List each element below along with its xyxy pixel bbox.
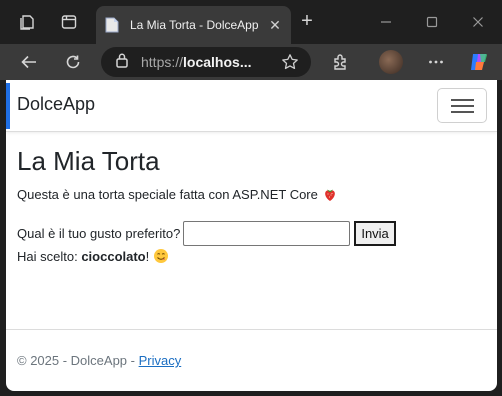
profile-avatar[interactable] <box>379 50 403 74</box>
submit-button[interactable]: Invia <box>354 220 396 246</box>
workspaces-icon[interactable] <box>15 10 39 34</box>
result-line: Hai scelto: cioccolato! <box>17 248 169 267</box>
browser-toolbar: https://localhos... <box>0 44 502 80</box>
tab-title: La Mia Torta - DolceApp <box>130 18 259 32</box>
back-icon[interactable] <box>17 50 41 74</box>
footer-text: © 2025 - DolceApp - Privacy <box>17 353 181 368</box>
intro-paragraph: Questa è una torta speciale fatta con AS… <box>17 186 338 205</box>
minimize-icon[interactable] <box>374 10 398 34</box>
lock-icon[interactable] <box>115 52 129 73</box>
result-value: cioccolato <box>81 248 146 264</box>
extensions-icon[interactable] <box>329 50 353 74</box>
favorite-star-icon[interactable] <box>281 53 299 76</box>
page-viewport: DolceApp La Mia Torta Questa è una torta… <box>6 80 497 391</box>
close-window-icon[interactable] <box>466 10 490 34</box>
flavor-input[interactable] <box>183 220 351 246</box>
tab-close-icon[interactable]: ✕ <box>267 17 283 34</box>
maximize-icon[interactable] <box>420 10 444 34</box>
hamburger-icon <box>451 99 474 101</box>
privacy-link[interactable]: Privacy <box>139 353 182 368</box>
yum-face-icon <box>153 248 169 267</box>
address-bar[interactable]: https://localhos... <box>101 47 311 77</box>
refresh-icon[interactable] <box>61 50 85 74</box>
focus-indicator <box>6 83 10 129</box>
tab-actions-icon[interactable] <box>57 10 81 34</box>
page-favicon-icon <box>104 17 120 33</box>
strawberry-icon <box>322 186 338 205</box>
flavor-form: Qual è il tuo gusto preferito? Invia <box>17 220 396 246</box>
navbar-toggler-button[interactable] <box>437 88 487 123</box>
navbar-brand[interactable]: DolceApp <box>17 94 95 115</box>
site-footer: © 2025 - DolceApp - Privacy <box>6 329 497 391</box>
page-title: La Mia Torta <box>17 146 160 176</box>
new-tab-icon[interactable]: + <box>296 11 318 33</box>
intro-text: Questa è una torta speciale fatta con AS… <box>17 186 318 202</box>
more-icon[interactable] <box>424 50 448 74</box>
copilot-icon[interactable] <box>467 50 491 74</box>
site-navbar: DolceApp <box>6 80 497 132</box>
flavor-label: Qual è il tuo gusto preferito? <box>17 225 181 241</box>
tab-active[interactable]: La Mia Torta - DolceApp ✕ <box>96 6 291 44</box>
browser-tabstrip: La Mia Torta - DolceApp ✕ + <box>0 0 502 44</box>
url-text: https://localhos... <box>141 54 252 70</box>
result-prefix: Hai scelto: <box>17 248 78 264</box>
result-suffix: ! <box>145 248 150 264</box>
copyright-text: © 2025 - DolceApp - <box>17 353 139 368</box>
